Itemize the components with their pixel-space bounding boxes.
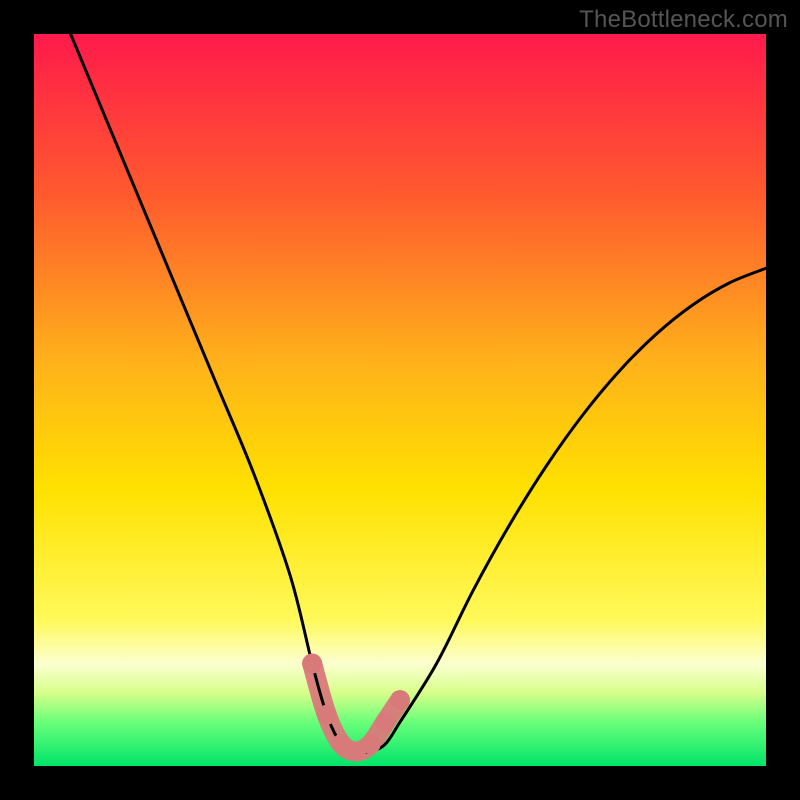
valley-marker-dot	[317, 705, 337, 725]
valley-marker-dot	[361, 734, 381, 754]
bottleneck-curve-path	[71, 34, 766, 752]
valley-marker-dot	[375, 712, 395, 732]
chart-svg	[34, 34, 766, 766]
outer-frame: TheBottleneck.com	[0, 0, 800, 800]
valley-marker-dot	[302, 654, 322, 674]
valley-marker-dot	[390, 690, 410, 710]
watermark-text: TheBottleneck.com	[579, 6, 788, 34]
